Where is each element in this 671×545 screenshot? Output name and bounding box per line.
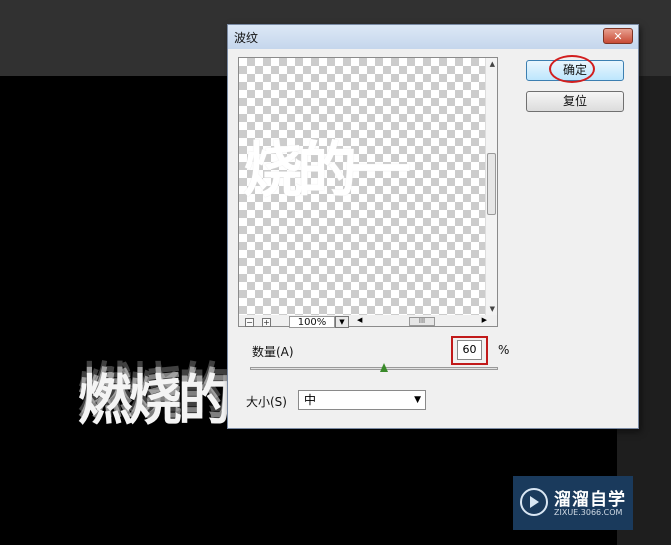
watermark-subtitle: ZIXUE.3066.COM bbox=[554, 508, 623, 517]
watermark-logo: 溜溜自学 ZIXUE.3066.COM bbox=[513, 476, 633, 530]
scroll-down-icon[interactable]: ▼ bbox=[490, 305, 495, 313]
watermark-title: 溜溜自学 bbox=[554, 490, 626, 510]
scroll-up-icon[interactable]: ▲ bbox=[490, 60, 495, 68]
zoom-dropdown-icon[interactable]: ▼ bbox=[335, 316, 349, 328]
canvas-text: 燃烧的 bbox=[78, 369, 232, 432]
preview-text: 烧的一 bbox=[243, 136, 411, 206]
close-button[interactable]: ✕ bbox=[603, 28, 633, 44]
chevron-down-icon: ▼ bbox=[414, 395, 421, 405]
preview-horizontal-scrollbar[interactable]: ◀ III ▶ bbox=[357, 316, 487, 327]
amount-unit: % bbox=[498, 343, 510, 357]
vertical-scroll-thumb[interactable] bbox=[487, 153, 496, 215]
scroll-right-icon[interactable]: ▶ bbox=[482, 316, 487, 324]
preview-vertical-scrollbar[interactable]: ▲ ▼ bbox=[485, 58, 497, 315]
play-icon bbox=[530, 496, 539, 508]
amount-label: 数量(A) bbox=[252, 345, 294, 359]
horizontal-scroll-thumb[interactable]: III bbox=[409, 317, 435, 326]
size-select[interactable]: 中 ▼ bbox=[298, 390, 426, 410]
amount-highlight-box bbox=[451, 336, 488, 365]
dialog-title: 波纹 bbox=[234, 31, 259, 45]
scroll-left-icon[interactable]: ◀ bbox=[357, 316, 362, 324]
reset-button[interactable]: 复位 bbox=[526, 91, 624, 112]
size-selected-value: 中 bbox=[304, 393, 317, 407]
amount-slider-track[interactable] bbox=[250, 367, 498, 370]
size-label: 大小(S) bbox=[246, 395, 287, 409]
dialog-title-bar[interactable]: 波纹 ✕ bbox=[228, 25, 638, 49]
zoom-in-button[interactable]: + bbox=[262, 318, 271, 327]
amount-slider-thumb[interactable] bbox=[379, 363, 388, 372]
highlight-ring bbox=[549, 55, 595, 83]
filter-preview[interactable]: 烧的一 ▲ ▼ − + 100% ▼ ◀ III ▶ bbox=[238, 57, 498, 328]
close-icon: ✕ bbox=[613, 30, 623, 43]
transparency-grid: 烧的一 bbox=[239, 58, 487, 315]
ripple-filter-dialog: 波纹 ✕ 烧的一 ▲ ▼ − + 100% ▼ ◀ III ▶ 确定 复位 数量… bbox=[227, 24, 639, 429]
zoom-level-field[interactable]: 100% bbox=[289, 316, 335, 328]
zoom-out-button[interactable]: − bbox=[245, 318, 254, 327]
